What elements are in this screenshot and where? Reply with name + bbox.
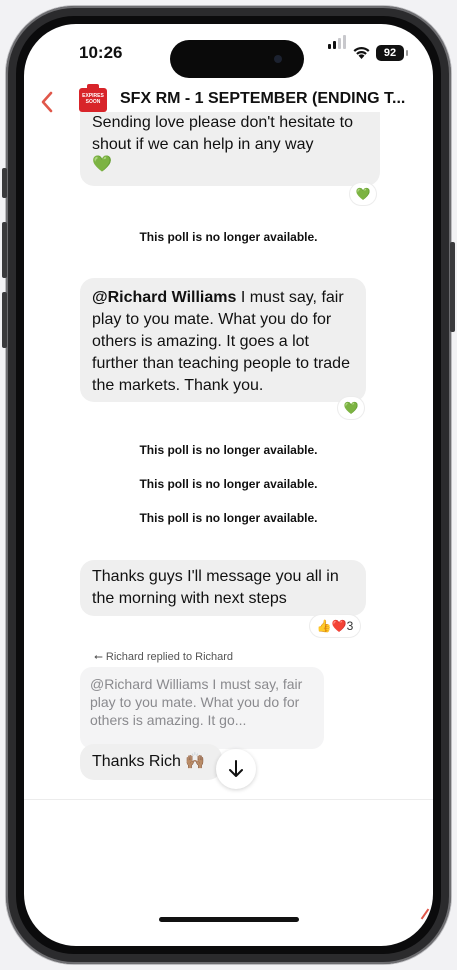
battery-tip bbox=[406, 50, 408, 56]
scroll-to-bottom-button[interactable] bbox=[216, 749, 256, 789]
side-button-volume-up bbox=[2, 222, 7, 278]
mention[interactable]: @Richard Williams bbox=[92, 289, 236, 306]
system-message: This poll is no longer available. bbox=[139, 477, 318, 491]
home-indicator[interactable] bbox=[159, 917, 299, 922]
arrow-down-icon bbox=[229, 760, 243, 777]
message-text: Thanks guys I'll message you all in the … bbox=[92, 568, 339, 607]
message-bubble[interactable]: Thanks Rich 🙌🏽 bbox=[80, 744, 222, 780]
system-message: This poll is no longer available. bbox=[139, 230, 318, 244]
reaction-emoji: 💚 bbox=[343, 401, 359, 415]
reply-arrow-icon: ⭠ bbox=[94, 651, 103, 663]
system-message: This poll is no longer available. bbox=[139, 511, 318, 525]
reaction-emojis: 👍❤️ bbox=[316, 619, 347, 633]
reaction-emoji: 💚 bbox=[355, 187, 371, 201]
message-bubble[interactable]: Thanks guys I'll message you all in the … bbox=[80, 560, 366, 616]
quoted-message[interactable]: @Richard Williams I must say, fair play … bbox=[80, 667, 324, 749]
chevron-left-icon[interactable] bbox=[40, 91, 54, 113]
side-button-silent bbox=[2, 168, 7, 198]
group-avatar-logo[interactable]: EXPIRES SOON bbox=[79, 84, 107, 112]
system-message: This poll is no longer available. bbox=[139, 443, 318, 457]
reaction-count: 3 bbox=[346, 619, 354, 633]
status-time: 10:26 bbox=[79, 43, 123, 62]
screen: 10:26 92 EXPIRES SOON SFX RM - 1 SEPTEMB… bbox=[24, 24, 433, 946]
reply-header: ⭠ Richard replied to Richard bbox=[94, 651, 233, 664]
green-heart-emoji: 💚 bbox=[92, 156, 112, 173]
side-button-volume-down bbox=[2, 292, 7, 348]
battery-icon: 92 bbox=[376, 45, 404, 61]
wifi-icon bbox=[353, 47, 370, 59]
camera-dot bbox=[274, 55, 282, 63]
message-text: Thanks Rich bbox=[92, 753, 181, 770]
message-bubble[interactable]: Sending love please don't hesitate to sh… bbox=[80, 112, 380, 186]
reaction-badge[interactable]: 💚 bbox=[350, 183, 376, 205]
chat-title[interactable]: SFX RM - 1 SEPTEMBER (ENDING T... bbox=[120, 90, 430, 108]
dynamic-island bbox=[170, 40, 304, 78]
message-text: @Richard Williams I must say, fair play … bbox=[92, 287, 354, 397]
composer-divider bbox=[24, 799, 433, 800]
reply-header-text: Richard replied to Richard bbox=[105, 651, 234, 663]
raised-hands-emoji: 🙌🏽 bbox=[185, 753, 206, 770]
message-text: Sending love please don't hesitate to sh… bbox=[92, 114, 354, 153]
reaction-badge[interactable]: 💚 bbox=[338, 397, 364, 419]
message-bubble[interactable]: @Richard Williams I must say, fair play … bbox=[80, 278, 366, 402]
side-button-power bbox=[450, 242, 455, 332]
reaction-badge[interactable]: 👍❤️3 bbox=[310, 615, 360, 637]
